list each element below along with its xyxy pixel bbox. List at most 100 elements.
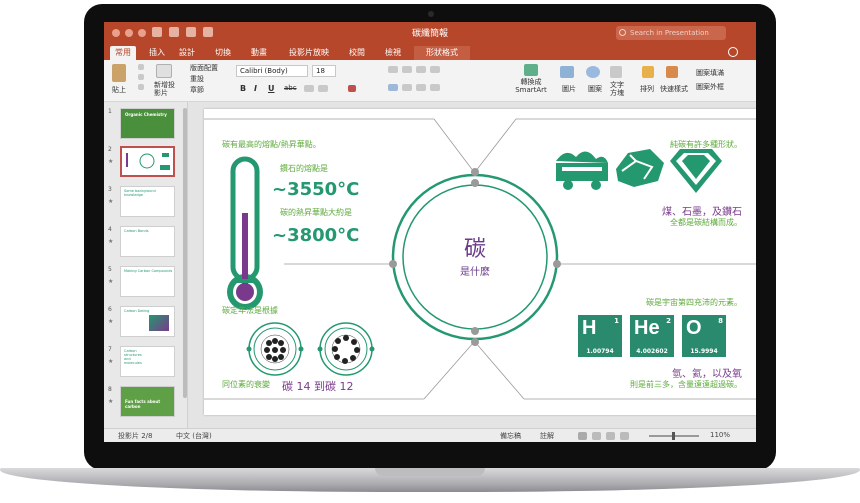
notes-button[interactable]: 備忘稿 [500,431,521,441]
thumb-title: Some background knowledge [124,189,156,197]
align-center-icon[interactable] [402,84,412,91]
search-input[interactable]: Search in Presentation [616,26,726,40]
format-painter-icon[interactable] [138,84,144,90]
shapes-button[interactable]: 圖案 [588,84,602,94]
tab-design[interactable]: 設計 [174,46,200,60]
font-color-icon[interactable] [348,85,356,92]
animation-star-icon: ★ [108,278,114,285]
smartart-icon[interactable] [524,64,538,76]
laptop-notch [375,468,485,476]
paste-icon[interactable] [112,64,126,82]
font-name-select[interactable]: Calibri (Body) [236,65,308,77]
picture-icon[interactable] [560,66,574,78]
element-tile-oxygen: O 8 15.9994 [682,315,726,357]
increase-indent-icon[interactable] [430,66,440,73]
zoom-slider-knob[interactable] [672,432,675,440]
thumb-graphic [126,153,170,170]
diamond-icon [670,149,722,193]
thumb-title: Organic Chemistry [125,112,167,117]
element-symbol: H [582,317,597,339]
language-indicator[interactable]: 中文 (台灣) [176,431,212,441]
animation-star-icon: ★ [108,158,114,165]
coal-cart-icon [556,151,608,190]
element-tile-hydrogen: H 1 1.00794 [578,315,622,357]
slide-thumbnail-3[interactable]: Some background knowledge [120,186,175,217]
slide-sorter-icon[interactable] [592,432,601,440]
zoom-level[interactable]: 110% [710,431,730,439]
subscript-icon[interactable] [318,85,328,92]
animation-star-icon: ★ [108,198,114,205]
decrease-indent-icon[interactable] [416,66,426,73]
macbook-mockup: 碳纖簡報 Search in Presentation 常用 插入 設計 切換 … [0,0,860,503]
thumb-number: 4 [108,226,112,233]
slide-thumbnail-6[interactable]: Carbon Dating [120,306,175,337]
tab-view[interactable]: 檢視 [380,46,406,60]
center-title: 碳 [463,237,486,262]
bullets-icon[interactable] [388,66,398,73]
paste-button[interactable]: 貼上 [112,85,126,95]
justify-icon[interactable] [430,84,440,91]
shapes-icon[interactable] [586,66,600,78]
comments-button[interactable]: 註解 [540,431,554,441]
feedback-smiley-icon[interactable] [728,47,738,57]
slide-thumbnail-4[interactable]: Carbon Bonds [120,226,175,257]
tab-review[interactable]: 校閱 [344,46,370,60]
picture-button[interactable]: 圖片 [562,84,576,94]
shape-outline-button[interactable]: 圖案外框 [696,82,724,92]
numbering-icon[interactable] [402,66,412,73]
reset-button[interactable]: 重設 [190,74,204,84]
normal-view-icon[interactable] [578,432,587,440]
textbox-button[interactable]: 文字 方塊 [610,81,624,97]
thumb-number: 6 [108,306,112,313]
align-left-icon[interactable] [388,84,398,91]
align-right-icon[interactable] [416,84,426,91]
animation-star-icon: ★ [108,398,114,405]
reading-view-icon[interactable] [606,432,615,440]
textbox-icon[interactable] [610,66,622,78]
bold-button[interactable]: B [240,84,246,93]
copy-icon[interactable] [138,74,144,80]
shape-fill-button[interactable]: 圖案填滿 [696,68,724,78]
animation-star-icon: ★ [108,358,114,365]
italic-button[interactable]: I [254,84,257,93]
slide-thumbnail-8[interactable]: Fun facts about carbon [120,386,175,417]
slideshow-view-icon[interactable] [620,432,629,440]
thumb-title: Carbon Dating [124,309,150,313]
font-size-select[interactable]: 18 [312,65,336,77]
superscript-icon[interactable] [304,85,314,92]
cut-icon[interactable] [138,64,144,70]
tab-animations[interactable]: 動畫 [246,46,272,60]
slide-thumbnail-5[interactable]: Making Carbon Compounds [120,266,175,297]
tab-insert[interactable]: 插入 [144,46,170,60]
diamond-melting-label: 鑽石的熔點是 [280,164,328,173]
thumbnail-scrollbar[interactable] [183,108,187,398]
diamond-melting-value: ~3550°C [272,179,360,200]
slide-thumbnail-2[interactable] [120,146,175,177]
element-number: 8 [718,317,723,325]
new-slide-button[interactable]: 新增投 影片 [154,81,178,97]
element-mass: 1.00794 [586,348,614,355]
quick-styles-button[interactable]: 快速樣式 [660,84,688,94]
slide-editing-area: 碳有最高的熔點/熱昇華點。 鑽石的熔點是 ~3550°C 碳的熱昇華點大約是 ~… [188,102,756,428]
webcam [428,11,434,17]
element-symbol: He [634,317,660,339]
arrange-icon[interactable] [642,66,654,78]
arrange-button[interactable]: 排列 [640,84,654,94]
ribbon-tabs: 常用 插入 設計 切換 動畫 投影片放映 校閱 檢視 形狀格式 [104,44,756,60]
underline-button[interactable]: U [268,84,275,93]
layout-button[interactable]: 版面配置 [190,63,218,73]
slide-thumbnail-1[interactable]: Organic Chemistry [120,108,175,139]
quick-styles-icon[interactable] [666,66,678,78]
new-slide-icon[interactable] [156,64,172,78]
strikethrough-button[interactable]: abc [284,84,297,92]
tab-slideshow[interactable]: 投影片放映 [284,46,334,60]
section-button[interactable]: 章節 [190,85,204,95]
tab-home[interactable]: 常用 [110,46,136,60]
tab-shape-format[interactable]: 形狀格式 [414,46,470,60]
convert-smartart-button[interactable]: 轉換成 SmartArt [514,78,548,94]
graphite-icon [616,149,664,187]
slide-thumbnail-7[interactable]: Carbon structures and molecules [120,346,175,377]
status-bar: 投影片 2/8 中文 (台灣) 備忘稿 註解 110% [104,428,756,442]
current-slide[interactable]: 碳有最高的熔點/熱昇華點。 鑽石的熔點是 ~3550°C 碳的熱昇華點大約是 ~… [204,109,756,415]
tab-transitions[interactable]: 切換 [210,46,236,60]
